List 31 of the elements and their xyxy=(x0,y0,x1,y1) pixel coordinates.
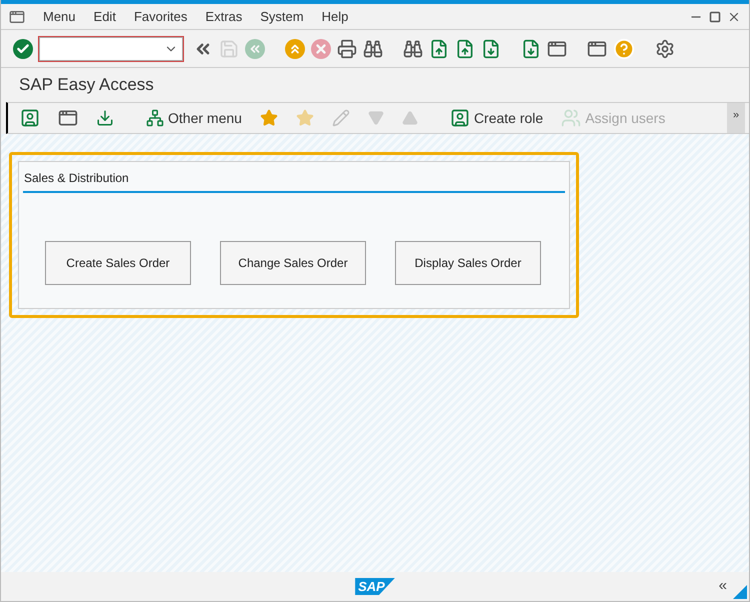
menu-item[interactable]: Favorites xyxy=(134,6,188,26)
sap-logo: SAP xyxy=(355,578,395,595)
maximize-icon[interactable] xyxy=(709,10,721,22)
action-button[interactable]: Display Sales Order xyxy=(395,241,541,285)
settings-icon[interactable] xyxy=(655,38,675,58)
command-field[interactable] xyxy=(39,36,183,60)
menu-item[interactable]: Help xyxy=(322,6,348,26)
check-icon[interactable] xyxy=(13,38,33,58)
more-button[interactable]: » xyxy=(727,103,745,133)
group-title: Sales & Distribution xyxy=(23,171,129,185)
action-button[interactable]: Change Sales Order xyxy=(220,241,366,285)
menu-item[interactable]: System xyxy=(260,6,304,26)
menu-icon[interactable] xyxy=(9,8,25,24)
collapse-button[interactable]: « xyxy=(718,575,727,598)
page-down-icon[interactable] xyxy=(521,38,541,58)
binoculars-icon[interactable] xyxy=(363,38,383,58)
screen-title: SAP Easy Access xyxy=(19,74,154,96)
hierarchy-icon xyxy=(146,109,164,127)
download-icon[interactable] xyxy=(96,109,114,127)
users-icon xyxy=(561,108,582,128)
action-button[interactable]: Create Sales Order xyxy=(45,241,191,285)
page-up-icon[interactable] xyxy=(429,38,449,58)
menu-item[interactable]: Edit xyxy=(94,6,116,26)
resize-grip-icon[interactable] xyxy=(733,585,747,599)
printer-icon[interactable] xyxy=(337,38,357,58)
menu-item[interactable]: Extras xyxy=(205,6,242,26)
menu-item[interactable]: Menu xyxy=(43,6,76,26)
toolbar-button[interactable]: Create role xyxy=(450,108,544,128)
toolbar-button[interactable]: Other menu xyxy=(146,108,242,128)
page-up-icon[interactable] xyxy=(455,38,475,58)
page-down-icon[interactable] xyxy=(481,38,501,58)
